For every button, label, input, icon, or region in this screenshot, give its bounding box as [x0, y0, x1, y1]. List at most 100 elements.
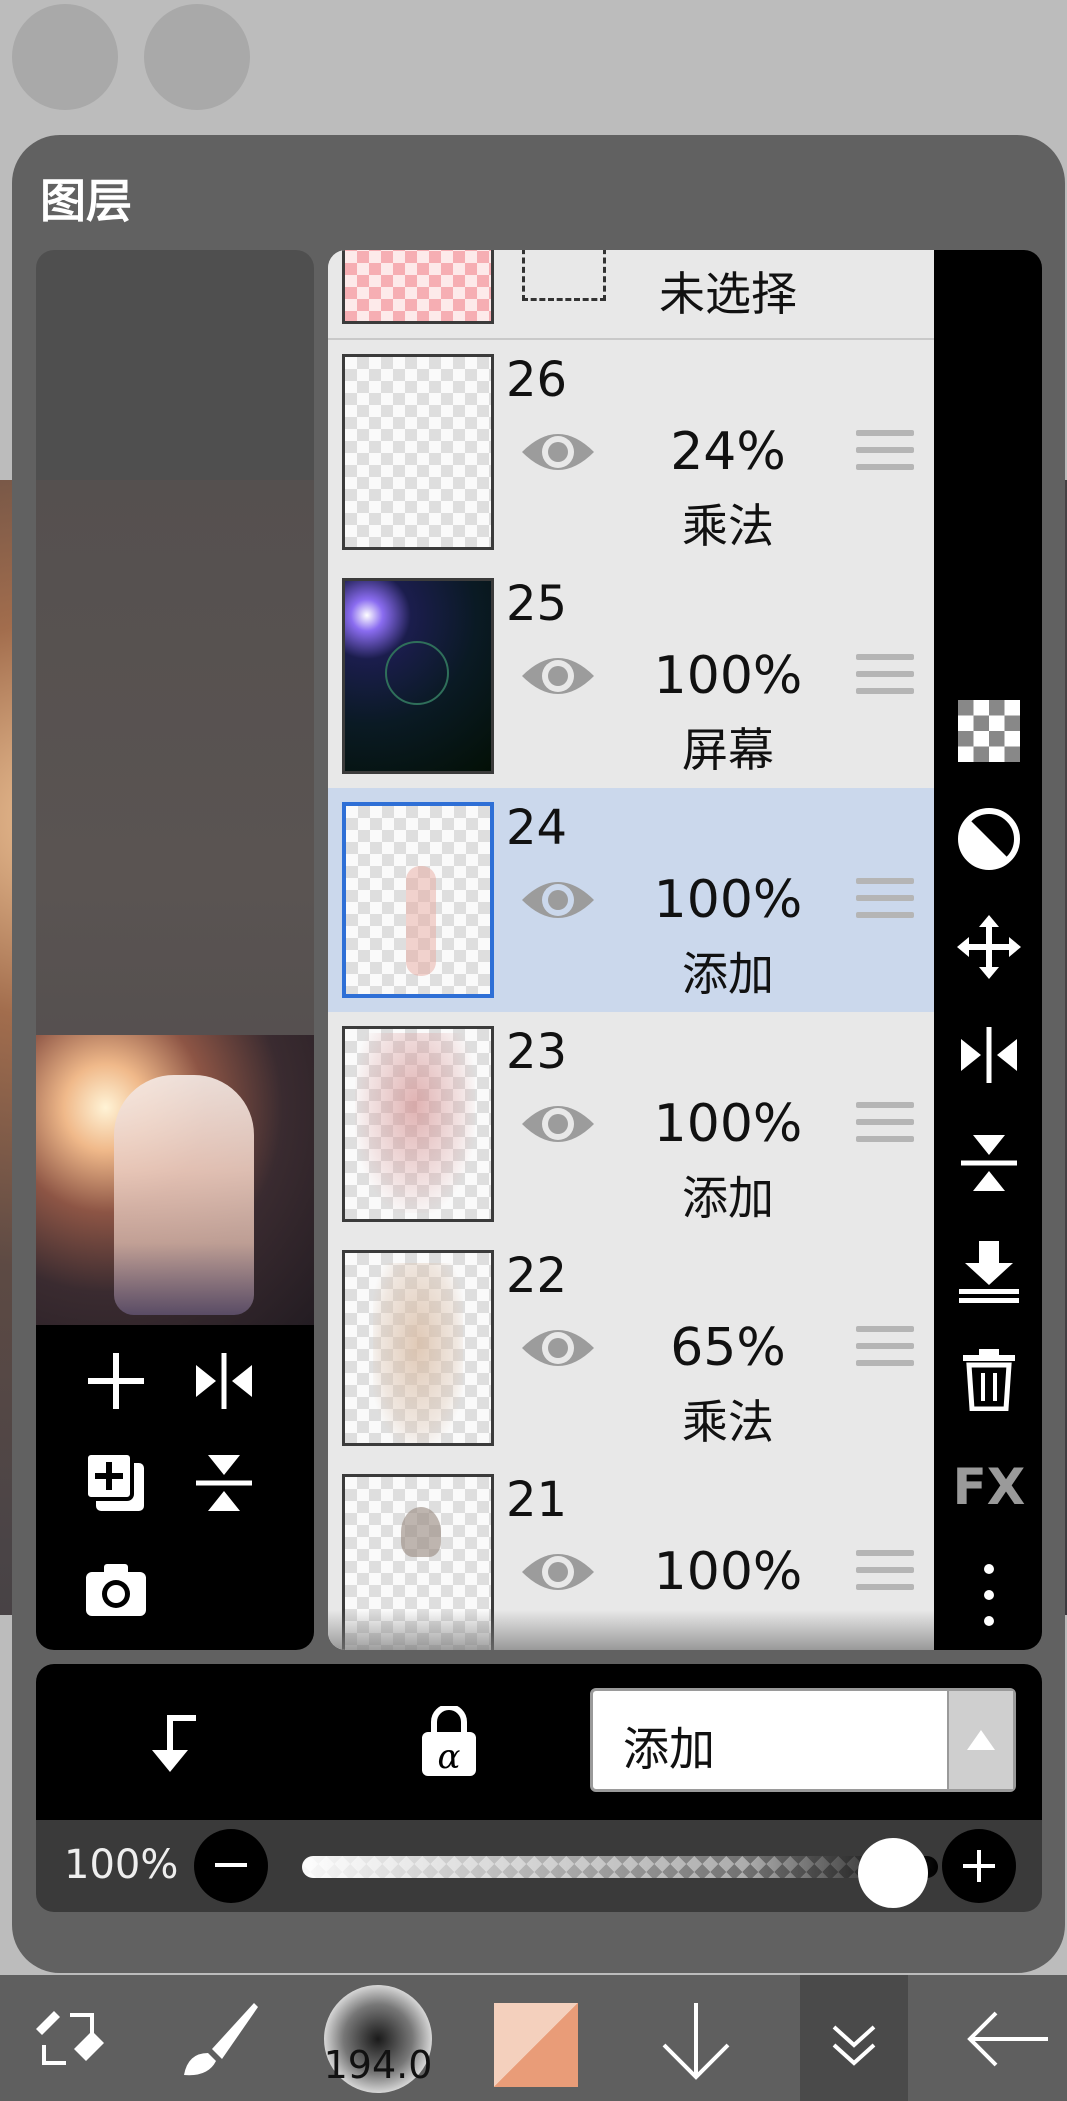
layer-number: 23 [506, 1024, 568, 1080]
drag-handle-icon[interactable] [856, 878, 914, 929]
drag-handle-icon[interactable] [856, 1326, 914, 1377]
thumbnail-stroke [406, 866, 436, 976]
thumbnail-stroke [373, 1263, 463, 1443]
layer-thumbnail [342, 354, 494, 550]
delete-layer-button[interactable] [956, 1346, 1022, 1412]
brush-eraser-switch-icon [36, 2011, 104, 2065]
layer-list[interactable]: 未选择 26 24% 乘法 25 100% 屏幕 24 100% 添加 23 1… [328, 250, 934, 1650]
triangle-up-icon [967, 1730, 995, 1750]
opacity-decrease-button[interactable] [194, 1829, 268, 1903]
thumbnail-stroke [401, 1507, 441, 1557]
layer-thumbnail [342, 578, 494, 774]
layer-blend-mode: 添加 [682, 1171, 774, 1225]
preview-background [36, 250, 314, 480]
camera-button[interactable] [76, 1549, 156, 1629]
layer-opacity: 65% [670, 1318, 786, 1378]
merge-down-icon [959, 1241, 1019, 1303]
plus-icon [963, 1850, 995, 1882]
flip-vertical-button[interactable] [184, 1443, 264, 1523]
bottom-toolbar: 194.0 [0, 1975, 1067, 2101]
canvas-preview-area [36, 250, 314, 1650]
flip-vertical-layer-button[interactable] [956, 1130, 1022, 1196]
visibility-eye-icon[interactable] [518, 1318, 598, 1378]
visibility-eye-icon[interactable] [518, 422, 598, 482]
drag-handle-icon[interactable] [856, 1102, 914, 1153]
layer-row-25[interactable]: 25 100% 屏幕 [328, 564, 934, 791]
move-button[interactable] [956, 914, 1022, 980]
drag-handle-icon[interactable] [856, 1550, 914, 1601]
duplicate-icon [84, 1451, 144, 1511]
panel-title: 图层 [40, 174, 132, 228]
double-chevron-down-icon [832, 2025, 876, 2066]
layer-opacity: 100% [653, 1094, 803, 1154]
drag-handle-icon[interactable] [856, 430, 914, 481]
opacity-slider-row: 100% [36, 1820, 1042, 1912]
brush-tool-button[interactable] [178, 1997, 262, 2085]
thumbnail-figure [114, 1075, 254, 1315]
arrow-down-icon [662, 2003, 730, 2080]
flip-vertical-icon [196, 1455, 252, 1511]
circle-slash-icon [958, 808, 1020, 870]
layer-opacity: 100% [653, 870, 803, 930]
layer-number: 25 [506, 576, 568, 632]
layer-thumbnail [342, 1026, 494, 1222]
drag-handle-icon[interactable] [856, 654, 914, 705]
layer-blend-mode: 未选择 [659, 267, 797, 321]
clipping-arrow-icon [152, 1715, 196, 1772]
more-vertical-icon [984, 1564, 994, 1626]
layer-row-22[interactable]: 22 65% 乘法 [328, 1236, 934, 1463]
collapse-panel-button[interactable] [800, 1975, 908, 2101]
plus-icon [88, 1353, 144, 1409]
clipping-button[interactable] [140, 1710, 200, 1780]
lens-flare-ring [385, 641, 449, 705]
layer-row-26[interactable]: 26 24% 乘法 [328, 340, 934, 567]
layer-down-button[interactable] [658, 2001, 734, 2085]
opacity-slider-knob[interactable] [858, 1838, 928, 1908]
transparency-button[interactable] [956, 698, 1022, 764]
merge-down-button[interactable] [956, 1238, 1022, 1304]
duplicate-layer-button[interactable] [76, 1443, 156, 1523]
add-layer-button[interactable] [76, 1341, 156, 1421]
layer-number: 22 [506, 1248, 568, 1304]
layer-row-unselected[interactable]: 未选择 [328, 250, 934, 341]
list-fade [328, 1610, 934, 1650]
visibility-eye-icon[interactable] [518, 1094, 598, 1154]
layer-blend-mode: 乘法 [682, 1395, 774, 1449]
layer-opacity: 100% [653, 1542, 803, 1602]
flip-horizontal-layer-button[interactable] [956, 1022, 1022, 1088]
layer-blend-mode: 添加 [682, 947, 774, 1001]
visibility-eye-icon[interactable] [518, 646, 598, 706]
redo-button[interactable] [144, 4, 250, 110]
lock-alpha-button[interactable]: α [420, 1704, 478, 1782]
blend-mode-dropdown-arrow[interactable] [947, 1691, 1013, 1789]
fx-button[interactable]: FX [953, 1454, 1026, 1520]
brush-icon [184, 2003, 258, 2076]
undo-button[interactable] [12, 4, 118, 110]
layer-blend-mode: 乘法 [682, 499, 774, 553]
svg-text:α: α [438, 1737, 461, 1777]
canvas-thumbnail[interactable] [36, 1035, 314, 1325]
brush-size-value: 194.0 [323, 2043, 433, 2087]
layer-row-23[interactable]: 23 100% 添加 [328, 1012, 934, 1239]
mask-button[interactable] [956, 806, 1022, 872]
tool-switch-button[interactable] [28, 1999, 108, 2083]
back-button[interactable] [966, 2011, 1050, 2071]
layer-number: 24 [506, 800, 568, 856]
visibility-eye-icon[interactable] [518, 1542, 598, 1602]
opacity-value: 100% [64, 1842, 179, 1888]
opacity-slider-track[interactable] [302, 1856, 938, 1878]
visibility-eye-icon[interactable] [518, 870, 598, 930]
layer-thumbnail [342, 250, 494, 324]
more-button[interactable] [956, 1562, 1022, 1628]
blend-mode-select[interactable]: 添加 [590, 1688, 1016, 1792]
layer-tool-box [36, 1325, 314, 1650]
trash-icon [963, 1349, 1015, 1411]
camera-icon [86, 1564, 146, 1616]
color-swatch[interactable] [494, 2003, 578, 2087]
opacity-increase-button[interactable] [942, 1829, 1016, 1903]
layer-actions-bar: FX [934, 250, 1042, 1650]
layer-row-24[interactable]: 24 100% 添加 [328, 788, 934, 1015]
layer-opacity: 100% [653, 646, 803, 706]
flip-horizontal-button[interactable] [184, 1341, 264, 1421]
layer-number: 26 [506, 352, 568, 408]
